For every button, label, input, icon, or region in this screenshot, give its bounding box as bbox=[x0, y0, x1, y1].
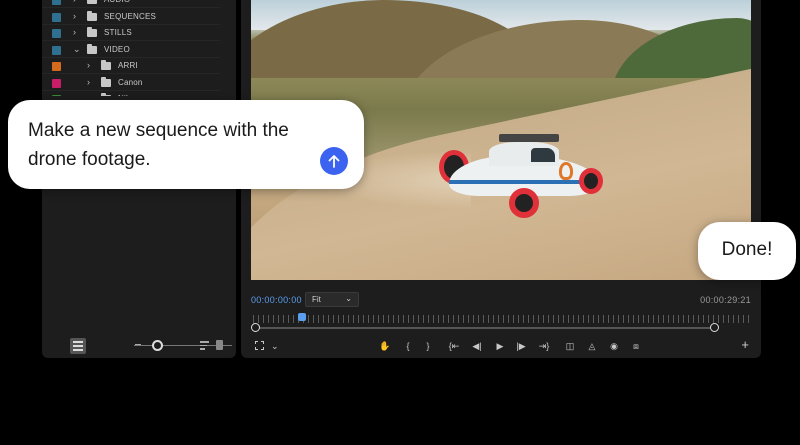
mark-in-icon[interactable]: { bbox=[403, 338, 413, 354]
list-view-icon[interactable] bbox=[70, 338, 86, 354]
bin-label: VIDEO bbox=[104, 44, 130, 54]
prompt-text: Make a new sequence with the drone foota… bbox=[28, 120, 289, 170]
folder-icon bbox=[87, 27, 97, 37]
bin-settings-icon[interactable] bbox=[216, 340, 223, 350]
label-color-swatch[interactable] bbox=[52, 95, 61, 96]
camera-icon[interactable]: ◉ bbox=[607, 338, 621, 354]
bin-label: Nikon bbox=[118, 94, 139, 96]
chevron-right-icon[interactable]: › bbox=[87, 77, 90, 87]
folder-icon bbox=[87, 43, 97, 54]
chevron-right-icon[interactable]: › bbox=[73, 11, 76, 21]
play-icon[interactable]: ▶ bbox=[494, 338, 506, 354]
go-to-in-icon[interactable]: {⇤ bbox=[447, 338, 461, 354]
video-rally-car bbox=[439, 134, 604, 218]
bin-row[interactable]: › Canon bbox=[42, 75, 220, 91]
car-front-wheel bbox=[509, 188, 539, 218]
folder-icon bbox=[101, 93, 111, 96]
label-color-swatch[interactable] bbox=[52, 29, 61, 38]
bin-row[interactable]: › STILLS bbox=[42, 25, 220, 41]
extract-icon[interactable]: ◬ bbox=[585, 338, 599, 354]
chevron-down-icon[interactable]: ⌄ bbox=[271, 338, 279, 354]
car-window bbox=[531, 148, 555, 162]
hand-tool-icon[interactable]: ✋ bbox=[379, 338, 391, 354]
chevron-down-icon[interactable]: ⌄ bbox=[73, 44, 81, 55]
fit-label: Fit bbox=[312, 295, 321, 304]
playhead[interactable] bbox=[298, 313, 306, 321]
car-rear-wheel bbox=[579, 168, 603, 194]
label-color-swatch[interactable] bbox=[52, 62, 61, 71]
arrow-up-icon bbox=[328, 155, 340, 168]
car-stripe bbox=[449, 180, 599, 184]
add-button-icon[interactable]: + bbox=[741, 337, 749, 352]
bin-row[interactable]: › Nikon bbox=[42, 91, 220, 96]
bin-row[interactable]: › ARRI bbox=[42, 58, 220, 74]
bin-label: Canon bbox=[118, 77, 143, 87]
bin-label: AUDIO bbox=[104, 0, 130, 4]
bin-label: ARRI bbox=[118, 61, 138, 70]
lift-icon[interactable]: ◫ bbox=[563, 338, 577, 354]
mark-out-icon[interactable]: } bbox=[423, 338, 433, 354]
thumbnail-zoom-handle[interactable] bbox=[152, 340, 163, 351]
current-timecode[interactable]: 00:00:00:00 bbox=[251, 295, 302, 305]
step-back-icon[interactable]: ◀| bbox=[471, 338, 483, 354]
sort-icon[interactable] bbox=[200, 341, 209, 351]
bin-row[interactable]: ⌄ VIDEO bbox=[42, 42, 220, 58]
bin-row[interactable]: › SEQUENCES bbox=[42, 9, 220, 25]
zoom-scroll-track[interactable] bbox=[255, 327, 717, 329]
response-bubble: Done! bbox=[698, 222, 796, 280]
time-ruler[interactable] bbox=[253, 315, 751, 323]
car-number-mark bbox=[559, 162, 573, 180]
prompt-bubble[interactable]: Make a new sequence with the drone foota… bbox=[8, 100, 364, 189]
zoom-fit-dropdown[interactable]: Fit ⌄ bbox=[305, 292, 359, 307]
response-text: Done! bbox=[721, 239, 773, 260]
zoom-scroll-start-handle[interactable] bbox=[251, 323, 260, 332]
chevron-right-icon[interactable]: › bbox=[73, 27, 76, 37]
monitor-info-bar: 00:00:00:00 Fit ⌄ 00:00:29:21 bbox=[251, 292, 751, 308]
label-color-swatch[interactable] bbox=[52, 0, 61, 5]
safe-margins-icon[interactable] bbox=[255, 341, 264, 350]
label-color-swatch[interactable] bbox=[52, 78, 61, 88]
send-button[interactable] bbox=[320, 147, 348, 175]
folder-icon bbox=[87, 0, 97, 4]
chevron-right-icon[interactable]: › bbox=[73, 0, 76, 4]
label-color-swatch[interactable] bbox=[52, 45, 61, 55]
bin-label: STILLS bbox=[104, 28, 132, 37]
chevron-right-icon[interactable]: › bbox=[87, 60, 90, 70]
car-roof-rack bbox=[499, 134, 559, 142]
chevron-right-icon[interactable]: › bbox=[87, 93, 90, 96]
transport-controls: ⌄ ✋ { } {⇤ ◀| ▶ |▶ ⇥} ◫ ◬ ◉ ⧈ + bbox=[251, 337, 751, 354]
project-panel-footer bbox=[42, 334, 236, 358]
folder-icon bbox=[101, 76, 111, 87]
step-forward-icon[interactable]: |▶ bbox=[515, 338, 527, 354]
zoom-scroll-end-handle[interactable] bbox=[710, 323, 719, 332]
label-color-swatch[interactable] bbox=[52, 12, 61, 22]
go-to-out-icon[interactable]: ⇥} bbox=[537, 338, 551, 354]
bin-row[interactable]: › AUDIO bbox=[42, 0, 220, 8]
folder-icon bbox=[101, 60, 111, 70]
folder-icon bbox=[87, 10, 97, 21]
comparison-view-icon[interactable]: ⧈ bbox=[629, 338, 643, 354]
duration-timecode: 00:00:29:21 bbox=[700, 295, 751, 305]
bin-label: SEQUENCES bbox=[104, 11, 157, 21]
chevron-down-icon: ⌄ bbox=[345, 294, 352, 303]
bin-list: › AUDIO › SEQUENCES › STILLS ⌄ VIDEO › ARRI › Canon… bbox=[42, 0, 220, 96]
